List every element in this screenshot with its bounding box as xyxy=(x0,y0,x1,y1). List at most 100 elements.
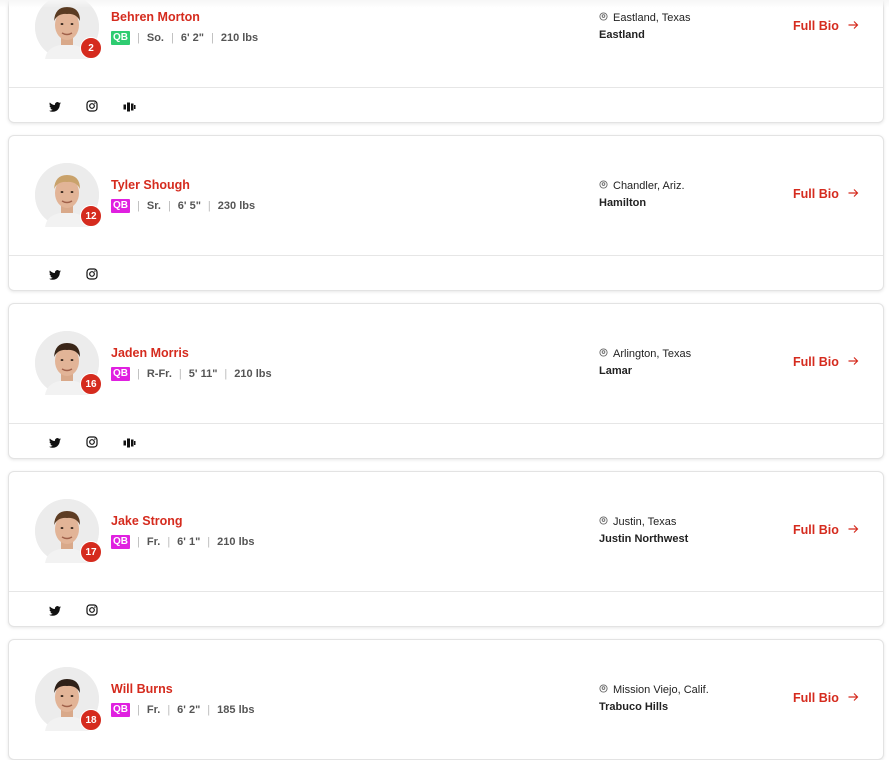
twitter-icon[interactable] xyxy=(49,435,61,453)
player-headshot[interactable]: 18 xyxy=(35,667,102,731)
class-year: So. xyxy=(146,32,164,44)
player-name-link[interactable]: Jaden Morris xyxy=(111,346,189,360)
high-school: Lamar xyxy=(599,365,633,377)
player-card: 18 Will Burns QB | Fr. | 6' 2" | 185 lbs… xyxy=(8,639,884,760)
divider: | xyxy=(137,200,140,212)
player-weight: 230 lbs xyxy=(217,200,256,212)
divider: | xyxy=(224,368,228,380)
full-bio-label: Full Bio xyxy=(793,523,839,537)
player-weight: 210 lbs xyxy=(234,368,272,380)
hometown: Arlington, Texas xyxy=(599,348,691,360)
class-year: Sr. xyxy=(146,200,161,212)
player-headshot[interactable]: 16 xyxy=(35,331,102,395)
divider: | xyxy=(167,704,171,716)
player-headshot[interactable]: 17 xyxy=(35,499,102,563)
player-weight: 210 lbs xyxy=(220,32,259,44)
player-name-link[interactable]: Tyler Shough xyxy=(111,178,190,192)
divider: | xyxy=(167,536,171,548)
player-card-main: 2 Behren Morton QB | So. | 6' 2" | 210 l… xyxy=(9,0,883,87)
social-links-bar xyxy=(9,591,883,626)
class-year: Fr. xyxy=(146,704,161,716)
player-height: 6' 2" xyxy=(180,32,204,44)
full-bio-link[interactable]: Full Bio xyxy=(793,355,859,369)
full-bio-link[interactable]: Full Bio xyxy=(793,523,859,537)
jersey-number-badge: 12 xyxy=(80,205,102,227)
player-card: 2 Behren Morton QB | So. | 6' 2" | 210 l… xyxy=(8,0,884,123)
divider: | xyxy=(167,200,171,212)
instagram-icon[interactable] xyxy=(86,435,98,453)
jersey-number-badge: 18 xyxy=(80,709,102,731)
player-card-main: 18 Will Burns QB | Fr. | 6' 2" | 185 lbs… xyxy=(9,640,883,759)
arrow-right-icon xyxy=(848,19,859,33)
player-height: 6' 1" xyxy=(177,536,201,548)
divider: | xyxy=(137,536,140,548)
hudl-icon[interactable] xyxy=(123,99,136,117)
class-year: R-Fr. xyxy=(146,368,172,380)
hometown-text: Eastland, Texas xyxy=(613,12,691,24)
arrow-right-icon xyxy=(848,187,859,201)
player-meta: QB | So. | 6' 2" | 210 lbs xyxy=(111,31,258,45)
hometown: Eastland, Texas xyxy=(599,12,690,24)
full-bio-label: Full Bio xyxy=(793,187,839,201)
hometown-text: Arlington, Texas xyxy=(613,348,692,360)
divider: | xyxy=(207,200,211,212)
instagram-icon[interactable] xyxy=(86,603,98,621)
jersey-number-badge: 2 xyxy=(80,37,102,59)
divider: | xyxy=(210,32,214,44)
hometown: Justin, Texas xyxy=(599,516,676,528)
player-headshot[interactable]: 2 xyxy=(35,0,102,59)
player-card-main: 17 Jake Strong QB | Fr. | 6' 1" | 210 lb… xyxy=(9,472,883,591)
hometown-text: Justin, Texas xyxy=(613,516,677,528)
player-name-link[interactable]: Will Burns xyxy=(111,682,173,696)
hudl-icon[interactable] xyxy=(123,435,136,453)
full-bio-link[interactable]: Full Bio xyxy=(793,187,859,201)
player-card: 17 Jake Strong QB | Fr. | 6' 1" | 210 lb… xyxy=(8,471,884,627)
divider: | xyxy=(170,32,174,44)
player-meta: QB | Fr. | 6' 2" | 185 lbs xyxy=(111,703,254,717)
location-pin-icon xyxy=(599,12,608,24)
position-badge: QB xyxy=(111,535,130,549)
player-card: 16 Jaden Morris QB | R-Fr. | 5' 11" | 21… xyxy=(8,303,884,459)
player-meta: QB | Sr. | 6' 5" | 230 lbs xyxy=(111,199,255,213)
player-weight: 210 lbs xyxy=(217,536,255,548)
twitter-icon[interactable] xyxy=(49,603,61,621)
player-meta: QB | R-Fr. | 5' 11" | 210 lbs xyxy=(111,367,272,381)
player-name-link[interactable]: Jake Strong xyxy=(111,514,183,528)
high-school: Justin Northwest xyxy=(599,533,689,545)
twitter-icon[interactable] xyxy=(49,99,61,117)
arrow-right-icon xyxy=(848,523,859,537)
hometown: Mission Viejo, Calif. xyxy=(599,684,709,696)
player-name-link[interactable]: Behren Morton xyxy=(111,10,200,24)
position-badge: QB xyxy=(111,703,130,717)
divider: | xyxy=(207,536,211,548)
divider: | xyxy=(137,32,140,44)
full-bio-link[interactable]: Full Bio xyxy=(793,19,859,33)
arrow-right-icon xyxy=(848,355,859,369)
full-bio-link[interactable]: Full Bio xyxy=(793,691,859,705)
social-links-bar xyxy=(9,423,883,458)
hometown: Chandler, Ariz. xyxy=(599,180,685,192)
top-scroll-fade xyxy=(0,0,889,8)
jersey-number-badge: 16 xyxy=(80,373,102,395)
hometown-text: Chandler, Ariz. xyxy=(613,180,685,192)
twitter-icon[interactable] xyxy=(49,267,61,285)
full-bio-label: Full Bio xyxy=(793,355,839,369)
player-headshot[interactable]: 12 xyxy=(35,163,102,227)
high-school: Trabuco Hills xyxy=(599,701,669,713)
position-badge: QB xyxy=(111,367,130,381)
divider: | xyxy=(137,368,140,380)
social-links-bar xyxy=(9,255,883,290)
instagram-icon[interactable] xyxy=(86,267,98,285)
player-meta: QB | Fr. | 6' 1" | 210 lbs xyxy=(111,535,254,549)
high-school: Eastland xyxy=(599,29,645,41)
player-height: 5' 11" xyxy=(188,368,218,380)
jersey-number-badge: 17 xyxy=(80,541,102,563)
location-pin-icon xyxy=(599,180,608,192)
position-badge: QB xyxy=(111,31,130,45)
instagram-icon[interactable] xyxy=(86,99,98,117)
location-pin-icon xyxy=(599,516,608,528)
player-height: 6' 2" xyxy=(177,704,201,716)
divider: | xyxy=(178,368,182,380)
location-pin-icon xyxy=(599,348,608,360)
high-school: Hamilton xyxy=(599,197,647,209)
